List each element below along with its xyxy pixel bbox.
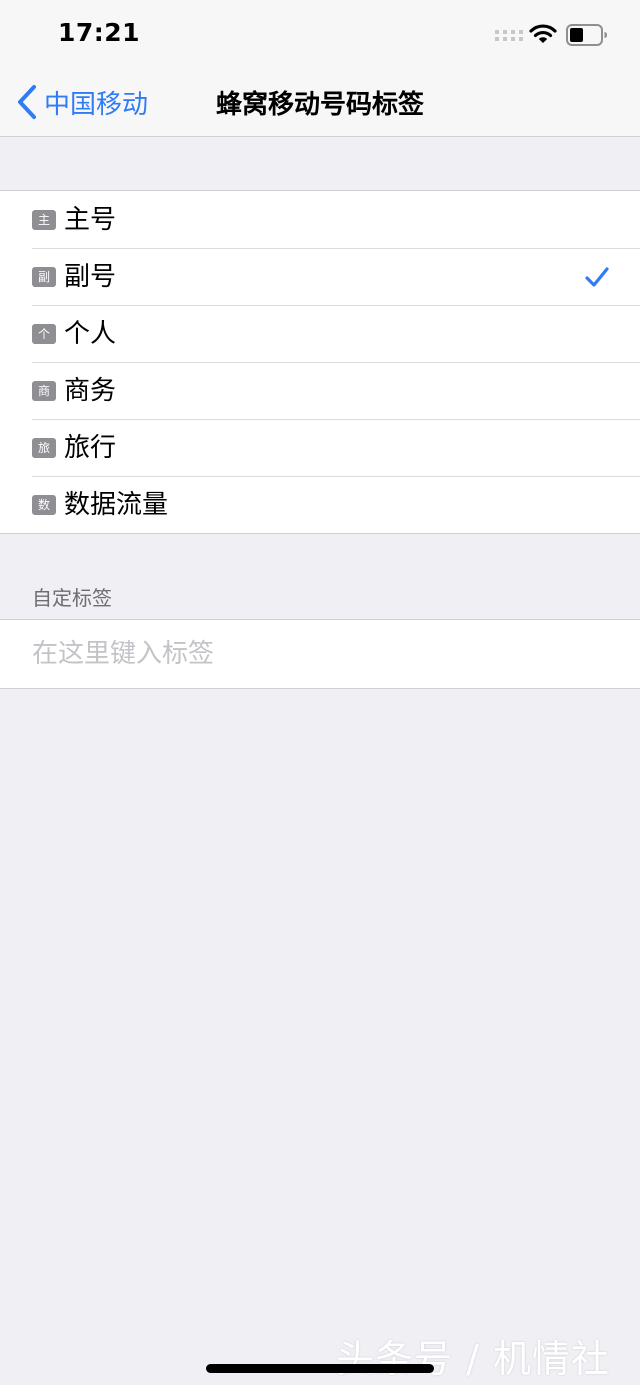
chevron-left-icon [18,85,36,119]
list-item-data[interactable]: 数 数据流量 [0,476,640,533]
label-badge-icon: 旅 [32,438,56,458]
battery-icon [566,24,607,46]
list-item-label: 旅行 [64,433,117,463]
status-bar: 17:21 [0,0,640,66]
label-badge-icon: 数 [32,495,56,515]
navigation-bar: 蜂窝移动号码标签 中国移动 [0,66,640,137]
checkmark-icon [585,267,609,287]
list-item-label: 主号 [64,205,117,235]
back-label: 中国移动 [44,89,149,120]
list-item-label: 个人 [64,319,117,349]
watermark-text: 头条号 / 机情社 [336,1337,610,1381]
list-item-label: 副号 [64,262,117,292]
list-item-primary[interactable]: 主 主号 [0,191,640,248]
list-item-travel[interactable]: 旅 旅行 [0,419,640,476]
custom-label-input[interactable] [32,634,612,674]
cellular-signal-icon [495,30,523,41]
label-badge-icon: 个 [32,324,56,344]
label-badge-icon: 主 [32,210,56,230]
home-indicator[interactable] [206,1364,434,1373]
list-item-label: 数据流量 [64,490,169,520]
status-time: 17:21 [58,18,141,47]
label-list: 主 主号 副 副号 个 个人 商 商务 旅 旅行 数 数据流量 [0,190,640,534]
label-badge-icon: 商 [32,381,56,401]
custom-label-header: 自定标签 [32,586,112,610]
label-badge-icon: 副 [32,267,56,287]
list-item-personal[interactable]: 个 个人 [0,305,640,362]
back-button[interactable]: 中国移动 [16,82,148,122]
list-item-business[interactable]: 商 商务 [0,362,640,419]
list-item-secondary[interactable]: 副 副号 [0,248,640,305]
list-item-label: 商务 [64,376,117,406]
custom-label-group [0,619,640,689]
wifi-icon [529,24,557,43]
